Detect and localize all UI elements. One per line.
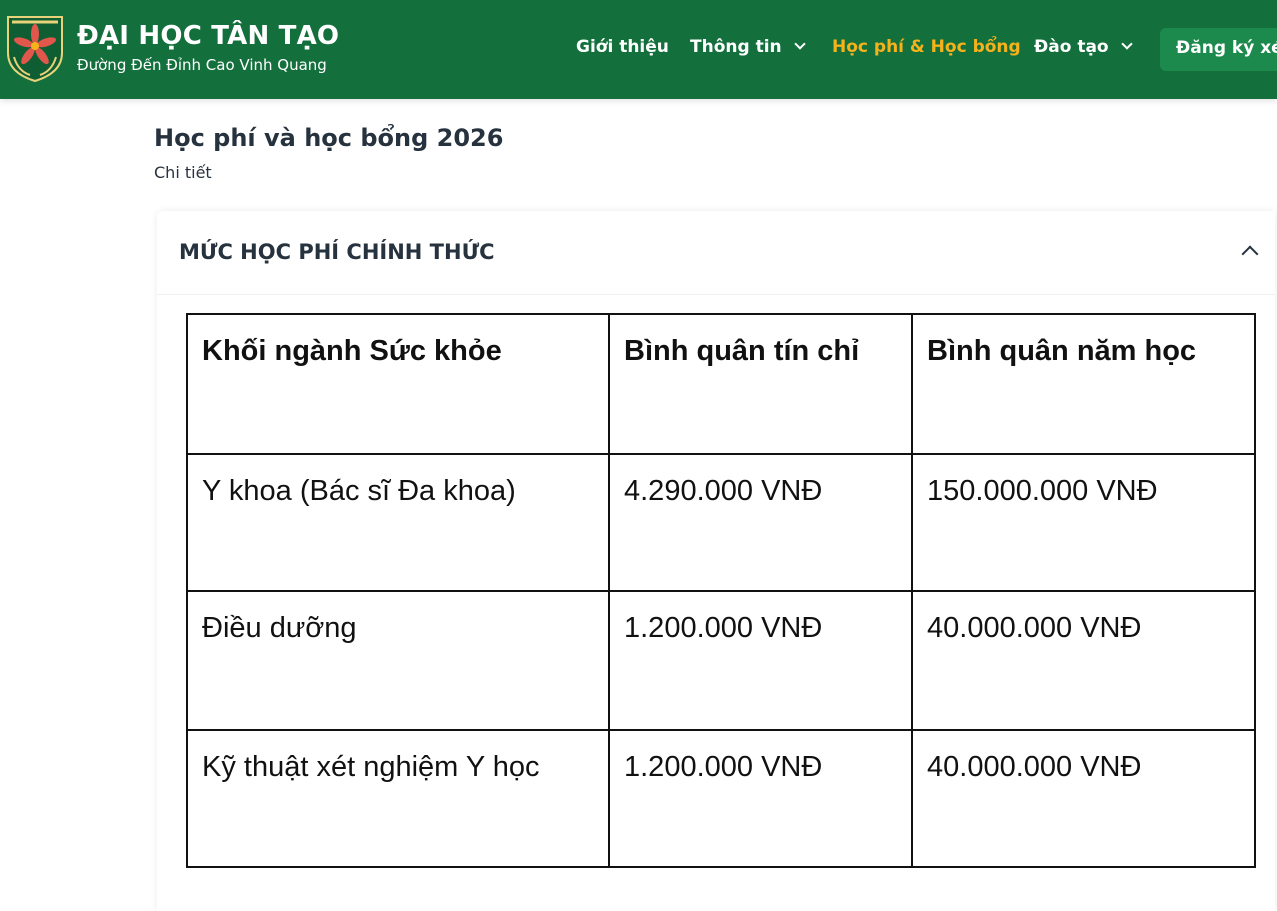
table-header-cell: Bình quân tín chỉ <box>608 313 913 455</box>
brand-subtitle: Đường Đến Đỉnh Cao Vinh Quang <box>77 56 327 74</box>
nav-item-label: Đào tạo <box>1034 37 1109 57</box>
table-header-cell: Bình quân năm học <box>911 313 1256 455</box>
table-header-cell: Khối ngành Sức khỏe <box>186 313 610 455</box>
nav-item-label: Học phí & Học bổng <box>832 37 1021 57</box>
table-cell-program: Điều dưỡng <box>186 590 610 731</box>
chevron-up-icon[interactable] <box>1241 245 1259 263</box>
brand-title[interactable]: ĐẠI HỌC TÂN TẠO <box>77 21 339 51</box>
nav-item-dao-tao[interactable]: Đào tạo <box>1034 37 1133 57</box>
table-cell-per-credit: 4.290.000 VNĐ <box>608 453 913 592</box>
tuition-fee-table: Khối ngành Sức khỏe Bình quân tín chỉ Bì… <box>186 313 1256 868</box>
table-row: Điều dưỡng 1.200.000 VNĐ 40.000.000 VNĐ <box>186 590 1256 731</box>
table-cell-per-year: 40.000.000 VNĐ <box>911 729 1256 868</box>
nav-item-hoc-phi-hoc-bong[interactable]: Học phí & Học bổng <box>832 37 1021 57</box>
table-cell-per-year: 40.000.000 VNĐ <box>911 590 1256 731</box>
chevron-down-icon <box>793 38 806 50</box>
table-header-row: Khối ngành Sức khỏe Bình quân tín chỉ Bì… <box>186 313 1256 455</box>
table-row: Kỹ thuật xét nghiệm Y học 1.200.000 VNĐ … <box>186 729 1256 868</box>
accordion-title: MỨC HỌC PHÍ CHÍNH THỨC <box>179 240 495 264</box>
university-logo-icon[interactable] <box>4 13 66 83</box>
table-cell-per-credit: 1.200.000 VNĐ <box>608 590 913 731</box>
page-subtitle: Chi tiết <box>154 163 212 182</box>
nav-item-gioi-thieu[interactable]: Giới thiệu <box>576 37 669 57</box>
table-cell-per-credit: 1.200.000 VNĐ <box>608 729 913 868</box>
accordion-header[interactable]: MỨC HỌC PHÍ CHÍNH THỨC <box>157 211 1275 295</box>
table-cell-per-year: 150.000.000 VNĐ <box>911 453 1256 592</box>
nav-item-label: Giới thiệu <box>576 37 669 57</box>
nav-item-label: Thông tin <box>690 37 782 57</box>
chevron-down-icon <box>1120 38 1133 50</box>
table-cell-program: Y khoa (Bác sĩ Đa khoa) <box>186 453 610 592</box>
table-row: Y khoa (Bác sĩ Đa khoa) 4.290.000 VNĐ 15… <box>186 453 1256 592</box>
site-header: ĐẠI HỌC TÂN TẠO Đường Đến Đỉnh Cao Vinh … <box>0 0 1277 99</box>
register-button[interactable]: Đăng ký xét tuyển <box>1160 28 1277 71</box>
nav-item-thong-tin[interactable]: Thông tin <box>690 37 806 57</box>
table-cell-program: Kỹ thuật xét nghiệm Y học <box>186 729 610 868</box>
page-title: Học phí và học bổng 2026 <box>154 124 504 152</box>
